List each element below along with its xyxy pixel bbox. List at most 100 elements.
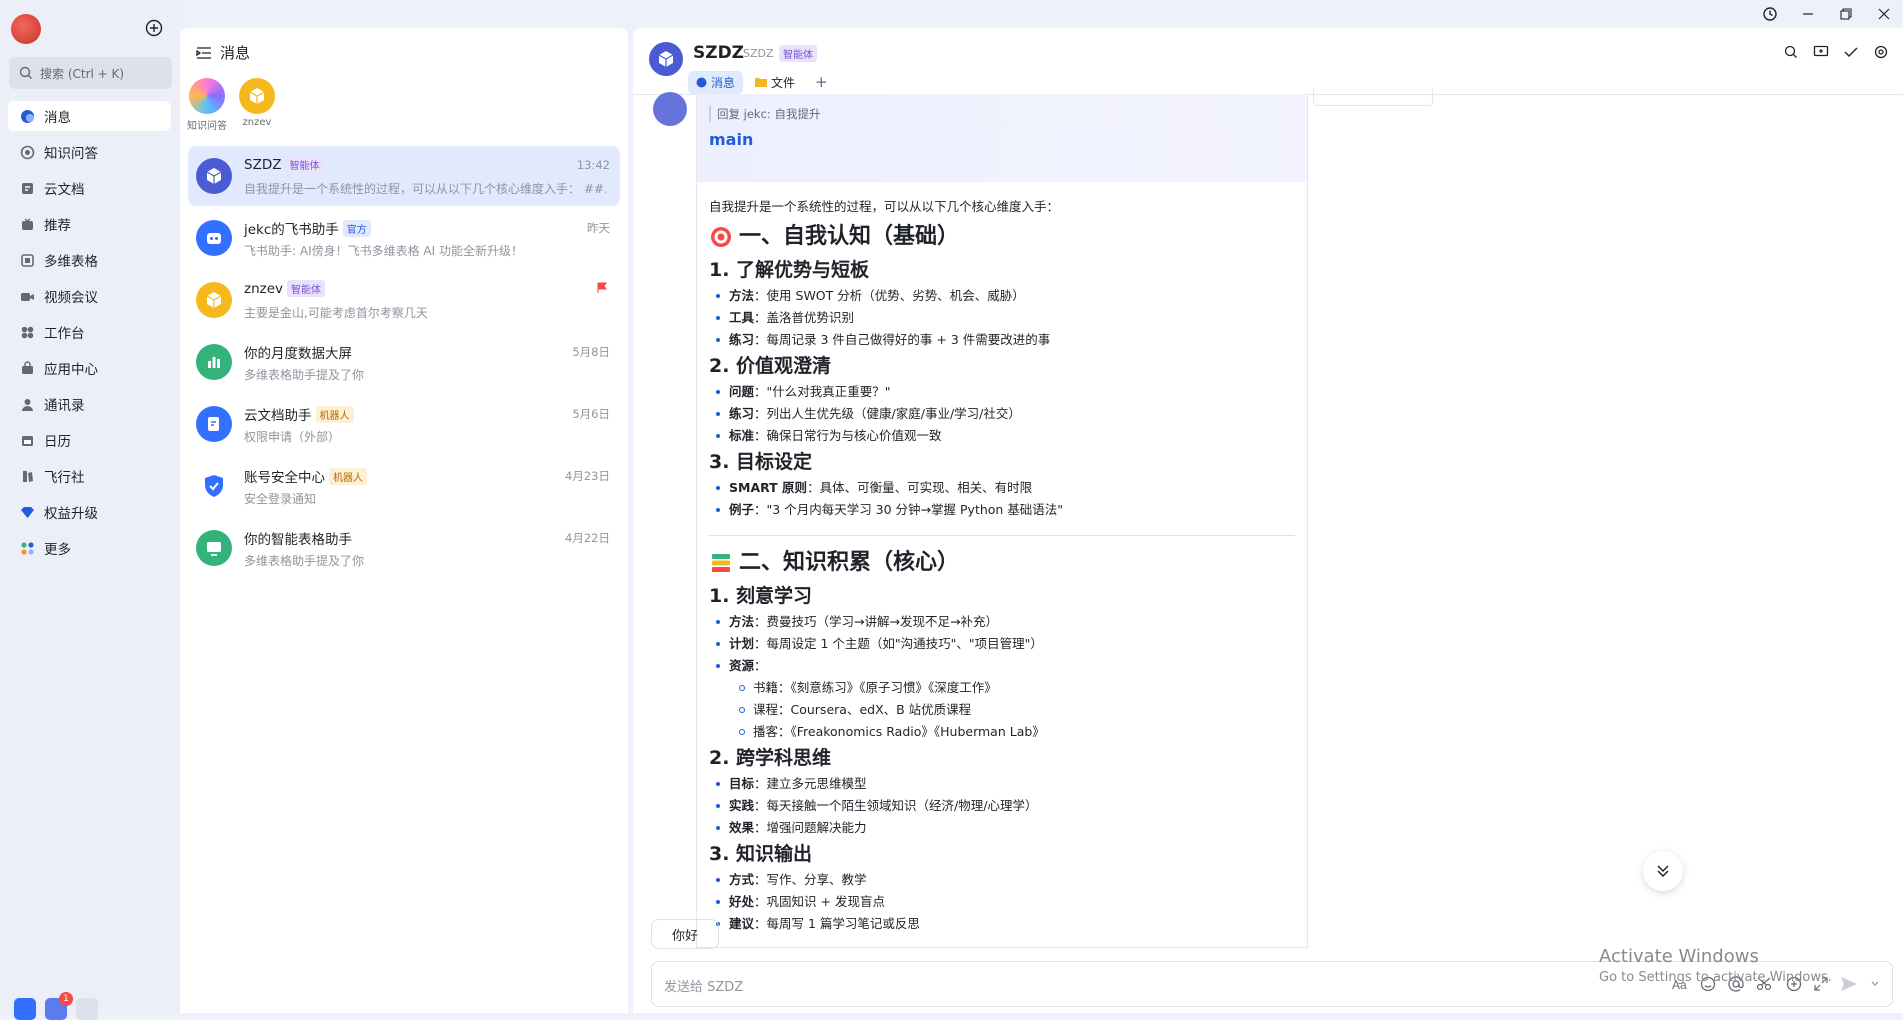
app-shortcut-icon[interactable] — [14, 998, 36, 1020]
favorite-label: znzev — [242, 117, 272, 128]
chat-list-header: 消息 — [196, 42, 250, 63]
settings-icon[interactable] — [1873, 44, 1889, 60]
nav-item-calendar[interactable]: 日历 — [8, 425, 171, 455]
window-controls — [1751, 0, 1903, 28]
chat-row-preview: 多维表格助手提及了你 — [244, 554, 365, 568]
chat-list-panel: 消息 知识问答 znzev SZDZ 智能体 自我提升是一个系统性的过程，可以从以… — [180, 28, 628, 1013]
send-icon[interactable] — [1840, 976, 1858, 992]
nav-label: 通讯录 — [44, 398, 85, 414]
chat-row-assistant[interactable]: jekc的飞书助手 官方 飞书助手: AI傍身！飞书多维表格 AI 功能全新升级！… — [188, 208, 620, 268]
tab-add[interactable]: + — [807, 70, 836, 94]
chat-row-preview: 多维表格助手提及了你 — [244, 368, 365, 382]
conversation-tabs: 消息 文件 + — [688, 70, 836, 94]
chevron-down-icon[interactable] — [1870, 979, 1880, 989]
quick-reply-chip[interactable]: 你好 — [651, 919, 720, 949]
double-chevron-down-icon — [1657, 865, 1669, 878]
nav-label: 权益升级 — [44, 506, 98, 522]
nav-label: 应用中心 — [44, 362, 98, 378]
notification-icon[interactable]: 1 — [45, 992, 73, 1020]
restore-button[interactable] — [1827, 0, 1865, 28]
restore-icon — [1840, 8, 1852, 20]
bullet-item: 练习：每周记录 3 件自己做得好的事 + 3 件需要改进的事 — [709, 329, 1295, 351]
workspace-icon — [19, 324, 35, 340]
security-avatar — [196, 468, 232, 504]
minimize-button[interactable] — [1789, 0, 1827, 28]
nav-item-video[interactable]: 视频会议 — [8, 281, 171, 311]
subsection-heading: 2. 价值观澄清 — [709, 355, 832, 377]
message-hover-toolbar[interactable] — [1313, 88, 1433, 106]
chat-list-title: 消息 — [220, 44, 251, 62]
cube-avatar — [239, 78, 275, 114]
bot-avatar — [196, 220, 232, 256]
chat-row-dashboard[interactable]: 你的月度数据大屏 多维表格助手提及了你 5月8日 — [188, 332, 620, 392]
chat-row-preview: 飞书助手: AI傍身！飞书多维表格 AI 功能全新升级！ — [244, 244, 523, 258]
add-shortcut-icon[interactable] — [76, 998, 98, 1020]
chat-bubble-icon — [696, 77, 707, 87]
nav-item-knowledge[interactable]: 知识问答 — [8, 137, 171, 167]
watermark-subtitle: Go to Settings to activate Windows. — [1599, 970, 1832, 985]
chat-row-szdz[interactable]: SZDZ 智能体 自我提升是一个系统性的过程，可以从以下几个核心维度入手： ##…… — [188, 146, 620, 206]
nav-item-app-center[interactable]: 应用中心 — [8, 353, 171, 383]
flag-icon[interactable] — [596, 282, 608, 294]
sub-bullet-item: 书籍：《刻意练习》《原子习惯》《深度工作》 — [709, 677, 1295, 699]
conversation-avatar[interactable] — [649, 42, 683, 76]
section-heading: 一、自我认知（基础） — [709, 220, 1295, 254]
chat-row-name: 你的智能表格助手 — [244, 532, 352, 548]
bullet-item: 问题："什么对我真正重要？" — [709, 381, 1295, 403]
history-button[interactable] — [1751, 0, 1789, 28]
bullet-item: 效果：增强问题解决能力 — [709, 817, 1295, 839]
section-divider — [709, 535, 1295, 536]
chat-row-preview: 权限申请（外部） — [244, 430, 341, 444]
close-button[interactable] — [1865, 0, 1903, 28]
monitor-icon — [207, 542, 221, 556]
check-icon[interactable] — [1843, 44, 1859, 60]
chat-row-znzev[interactable]: znzev 智能体 主要是金山,可能考虑首尔考察几天 — [188, 270, 620, 330]
chat-row-name: 你的月度数据大屏 — [244, 346, 352, 362]
chat-row-time: 4月23日 — [565, 469, 610, 483]
nav-item-workspace[interactable]: 工作台 — [8, 317, 171, 347]
robot-icon — [207, 233, 221, 244]
books-icon — [712, 554, 730, 572]
favorite-knowledge[interactable]: 知识问答 — [180, 78, 234, 132]
scroll-to-bottom-button[interactable] — [1643, 851, 1683, 891]
tab-files[interactable]: 文件 — [747, 71, 803, 94]
nav-label: 云文档 — [44, 182, 85, 198]
close-icon — [1878, 8, 1890, 20]
plus-circle-icon — [145, 19, 163, 37]
bot-tag: 机器人 — [329, 467, 367, 485]
search-input[interactable]: 搜索 (Ctrl + K) — [9, 57, 172, 89]
nav-label: 视频会议 — [44, 290, 98, 306]
screen-share-icon[interactable] — [1813, 44, 1829, 60]
nav-item-messages[interactable]: 消息 — [8, 101, 171, 131]
nav-item-community[interactable]: 飞行社 — [8, 461, 171, 491]
nav-item-base-table[interactable]: 多维表格 — [8, 245, 171, 275]
conversation-subtitle: SZDZ — [743, 47, 774, 60]
chat-row-sheet-assistant[interactable]: 你的智能表格助手 多维表格助手提及了你 4月22日 — [188, 518, 620, 578]
tab-messages[interactable]: 消息 — [688, 70, 744, 94]
message-avatar[interactable] — [653, 92, 687, 126]
windows-activation-watermark: Activate Windows Go to Settings to activ… — [1599, 946, 1832, 985]
nav-item-contacts[interactable]: 通讯录 — [8, 389, 171, 419]
favorite-znzev[interactable]: znzev — [230, 78, 284, 128]
bullet-item: 工具：盖洛普优势识别 — [709, 307, 1295, 329]
user-avatar[interactable] — [11, 14, 41, 44]
nav-item-more[interactable]: 更多 — [8, 533, 171, 563]
bullet-item: 实践：每天接触一个陌生领域知识（经济/物理/心理学） — [709, 795, 1295, 817]
sub-bullet-item: 播客：《Freakonomics Radio》《Huberman Lab》 — [709, 721, 1295, 743]
chat-row-name: 账号安全中心 机器人 — [244, 466, 367, 486]
nav-item-cloud-docs[interactable]: 云文档 — [8, 173, 171, 203]
subsection-heading: 2. 跨学科思维 — [709, 747, 832, 769]
chart-avatar — [196, 344, 232, 380]
search-icon[interactable] — [1783, 44, 1799, 60]
new-chat-button[interactable] — [145, 19, 163, 37]
favorite-label: 知识问答 — [187, 121, 227, 132]
reply-reference[interactable]: 回复 jekc: 自我提升 — [709, 106, 1295, 122]
chat-row-security[interactable]: 账号安全中心 机器人 安全登录通知 4月23日 — [188, 456, 620, 516]
bullet-item: 资源： — [709, 655, 1295, 677]
chat-row-preview: 安全登录通知 — [244, 492, 317, 506]
chat-row-time: 4月22日 — [565, 531, 610, 545]
card-title: main — [709, 130, 754, 149]
chat-row-doc-assistant[interactable]: 云文档助手 机器人 权限申请（外部） 5月6日 — [188, 394, 620, 454]
nav-item-upgrade[interactable]: 权益升级 — [8, 497, 171, 527]
nav-item-recommend[interactable]: 推荐 — [8, 209, 171, 239]
